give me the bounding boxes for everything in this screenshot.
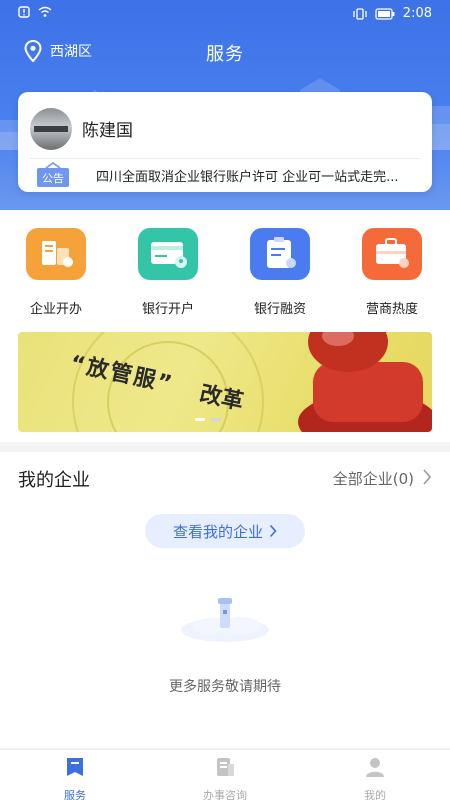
tab-services[interactable]: 服务 [25, 756, 125, 800]
chevron-right-icon [269, 524, 277, 538]
document-tab-icon [217, 758, 234, 776]
view-button-label: 查看我的企业 [172, 522, 263, 541]
status-time: 2:08 [402, 6, 432, 21]
services-tab-icon [67, 758, 83, 776]
empty-state-illustration [181, 598, 269, 642]
toolbox-icon [362, 228, 422, 280]
services-panel: 企业开办 银行开户 银行融资 营商热度 “放管服” 改革 [0, 210, 450, 442]
vibrate-icon [353, 7, 367, 20]
view-my-enterprise-button[interactable]: 查看我的企业 [145, 514, 305, 548]
service-label: 企业开办 [29, 302, 82, 317]
page-title: 服务 [206, 44, 244, 65]
user-name: 陈建国 [82, 121, 133, 141]
battery-icon [375, 7, 395, 20]
wifi-icon [38, 6, 52, 17]
service-company-setup[interactable]: 企业开办 [6, 228, 106, 317]
alert-icon [18, 6, 30, 18]
building-icon [26, 228, 86, 280]
service-bank-account[interactable]: 银行开户 [118, 228, 218, 317]
tab-label: 办事咨询 [203, 789, 247, 800]
tab-mine[interactable]: 我的 [325, 756, 425, 800]
notice-text[interactable]: 四川全面取消企业银行账户许可 企业可一站式走完... [96, 166, 422, 185]
carousel-dot [195, 418, 205, 421]
tab-consultation[interactable]: 办事咨询 [175, 756, 275, 800]
notice-badge: 公告 [36, 162, 70, 188]
user-tab-icon [366, 758, 384, 777]
bottom-tab-bar: 服务 办事咨询 我的 [0, 749, 450, 800]
service-label: 银行开户 [141, 302, 194, 317]
my-enterprise-section: 我的企业 全部企业(0) 查看我的企业 更多服务敬请期待 [0, 452, 450, 748]
announcement-icon: 公告 [37, 162, 69, 187]
clipboard-icon [250, 228, 310, 280]
divider [30, 158, 420, 159]
service-label: 营商热度 [365, 302, 418, 317]
tab-label: 服务 [64, 789, 86, 800]
service-label: 银行融资 [253, 302, 306, 317]
all-enterprises-link[interactable]: 全部企业(0) [333, 468, 414, 489]
carousel-dot [211, 418, 221, 421]
promo-banner[interactable]: “放管服” 改革 [18, 332, 432, 432]
carousel-indicator [195, 418, 221, 421]
status-bar: 2:08 [0, 0, 450, 28]
empty-state-text: 更多服务敬请期待 [169, 679, 281, 695]
user-card[interactable]: 陈建国 公告 四川全面取消企业银行账户许可 企业可一站式走完... [18, 92, 432, 192]
tab-label: 我的 [364, 789, 386, 800]
notice-badge-label: 公告 [42, 172, 64, 185]
section-title: 我的企业 [18, 470, 90, 491]
bank-card-icon [138, 228, 198, 280]
chevron-right-icon[interactable] [422, 468, 432, 486]
top-bar: 西湖区 服务 [0, 38, 450, 68]
avatar[interactable] [30, 108, 72, 150]
service-business-heat[interactable]: 营商热度 [342, 228, 442, 317]
service-bank-financing[interactable]: 银行融资 [230, 228, 330, 317]
